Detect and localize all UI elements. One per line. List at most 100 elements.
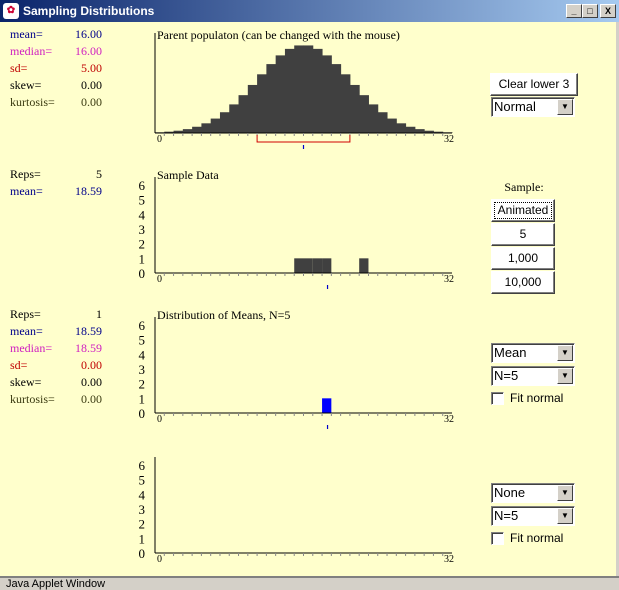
population-select-value: Normal	[494, 99, 536, 114]
stat-label: mean=	[10, 27, 43, 41]
applet-window: ✿ Sampling Distributions _ □ X mean= 16.0…	[0, 0, 619, 590]
x-tick-label: 0	[157, 134, 162, 145]
stat-row: skew= 0.00	[10, 78, 102, 95]
y-tick-label: 2	[139, 377, 146, 392]
y-tick-label: 6	[139, 178, 146, 193]
population-select[interactable]: Normal ▼	[491, 97, 575, 117]
stat-row: Reps= 5	[10, 167, 102, 184]
population-bar[interactable]	[303, 45, 314, 133]
stat-label: skew=	[10, 78, 42, 92]
population-bar[interactable]	[368, 104, 379, 133]
fit-normal-checkbox-3[interactable]: Fit normal	[491, 391, 563, 405]
chevron-down-icon[interactable]: ▼	[557, 345, 573, 361]
sample-5-button[interactable]: 5	[491, 223, 555, 246]
checkbox-box[interactable]	[491, 391, 504, 405]
population-bar[interactable]	[387, 118, 397, 133]
title-bar: ✿ Sampling Distributions _ □ X	[0, 0, 619, 22]
y-tick-label: 4	[139, 207, 146, 222]
population-bar[interactable]	[229, 104, 240, 133]
y-tick-label: 4	[139, 487, 146, 502]
stat-row: mean= 18.59	[10, 184, 102, 201]
population-bar[interactable]	[284, 48, 295, 133]
population-bar[interactable]	[349, 84, 360, 133]
chart-svg: 0123456 0 32	[139, 457, 454, 565]
y-tick-label: 0	[139, 546, 146, 561]
population-bar[interactable]	[238, 95, 249, 133]
population-bar[interactable]	[331, 64, 342, 133]
window-title: Sampling Distributions	[23, 4, 155, 18]
stat-label: mean=	[10, 184, 43, 198]
chevron-down-icon[interactable]: ▼	[557, 508, 573, 524]
chart-svg: 0123456 0 32	[139, 317, 454, 429]
population-bar[interactable]	[405, 126, 416, 133]
stat-label: sd=	[10, 61, 28, 75]
y-tick-label: 6	[139, 318, 146, 333]
stat-value: 0.00	[81, 392, 102, 406]
population-bar[interactable]	[294, 45, 304, 133]
status-bar: Java Applet Window	[0, 576, 619, 590]
close-button[interactable]: X	[600, 4, 616, 18]
stat-value: 18.59	[75, 184, 102, 198]
histogram-bar	[294, 258, 304, 273]
statistic-select-4[interactable]: None ▼	[491, 483, 575, 503]
population-bar[interactable]	[322, 55, 332, 133]
population-bar[interactable]	[182, 129, 193, 133]
chart-svg: 0 32	[154, 33, 454, 149]
population-bar[interactable]	[340, 74, 351, 133]
statistic-select-3[interactable]: Mean ▼	[491, 343, 575, 363]
stat-row: mean= 16.00	[10, 27, 102, 44]
chevron-down-icon[interactable]: ▼	[557, 368, 573, 384]
y-tick-label: 0	[139, 406, 146, 421]
y-tick-label: 3	[139, 502, 146, 517]
population-bar[interactable]	[377, 112, 388, 133]
stat-value: 18.59	[75, 324, 102, 338]
population-bar[interactable]	[210, 118, 221, 133]
y-tick-label: 1	[139, 251, 146, 266]
chevron-down-icon[interactable]: ▼	[557, 485, 573, 501]
sample-10000-button[interactable]: 10,000	[491, 271, 555, 294]
population-bar[interactable]	[266, 64, 277, 133]
population-bar[interactable]	[247, 84, 258, 133]
clear-lower-3-button[interactable]: Clear lower 3	[490, 73, 578, 96]
y-tick-label: 3	[139, 362, 146, 377]
sample-animated-button[interactable]: Animated	[491, 199, 555, 222]
parent-population-chart[interactable]: Parent populaton (can be changed with th…	[135, 28, 465, 163]
chevron-down-icon[interactable]: ▼	[557, 99, 573, 115]
stat-label: kurtosis=	[10, 392, 55, 406]
y-tick-label: 5	[139, 473, 146, 488]
stat-value: 1	[96, 307, 102, 321]
minimize-button[interactable]: _	[566, 4, 582, 18]
fit-normal-checkbox-4[interactable]: Fit normal	[491, 531, 563, 545]
population-bar[interactable]	[414, 129, 425, 133]
stat-value: 5.00	[81, 61, 102, 75]
stat-label: mean=	[10, 324, 43, 338]
population-bar[interactable]	[192, 126, 202, 133]
x-tick-label: 0	[157, 274, 162, 285]
population-bar[interactable]	[359, 95, 369, 133]
histogram-bar	[312, 258, 323, 273]
x-tick-label: 32	[444, 554, 454, 565]
n-select-4-value: N=5	[494, 508, 519, 523]
stat-value: 5	[96, 167, 102, 181]
population-bar[interactable]	[201, 123, 212, 133]
fit-normal-label: Fit normal	[510, 531, 564, 545]
java-applet-icon: ✿	[3, 3, 19, 19]
maximize-button[interactable]: □	[582, 4, 598, 18]
population-bar[interactable]	[312, 48, 323, 133]
statistic-select-4-value: None	[494, 485, 526, 500]
fourth-distribution-chart: 0 1 2 3 4 5 6 0 32	[135, 448, 465, 583]
population-bar[interactable]	[275, 55, 286, 133]
histogram-bar	[303, 258, 313, 273]
stat-row: sd= 5.00	[10, 61, 102, 78]
population-bar[interactable]	[396, 123, 407, 133]
stat-row: kurtosis= 0.00	[10, 392, 102, 409]
n-select-3[interactable]: N=5 ▼	[491, 366, 575, 386]
population-bar[interactable]	[219, 112, 230, 133]
y-tick-label: 2	[139, 517, 146, 532]
sample-1000-button[interactable]: 1,000	[491, 247, 555, 270]
checkbox-box[interactable]	[491, 531, 504, 545]
population-bar[interactable]	[257, 74, 267, 133]
fit-normal-label: Fit normal	[510, 391, 564, 405]
n-select-4[interactable]: N=5 ▼	[491, 506, 575, 526]
stat-row: sd= 0.00	[10, 358, 102, 375]
